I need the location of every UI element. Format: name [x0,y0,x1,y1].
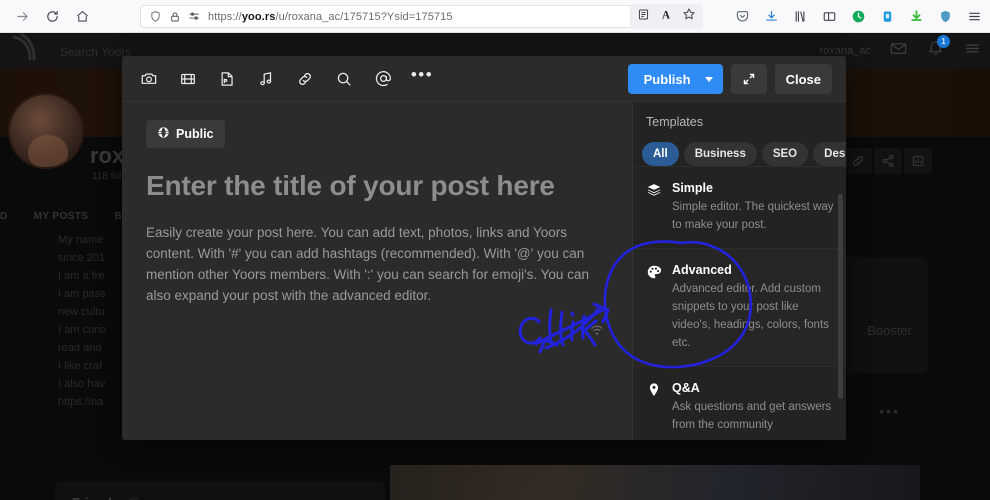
chevron-down-icon[interactable] [704,76,713,82]
editor-body: Public Enter the title of your post here… [122,102,846,440]
app-menu-icon[interactable] [967,9,982,24]
font-size-icon[interactable]: A [659,7,673,26]
card-more-icon[interactable]: ••• [879,403,900,419]
filter-chip-all[interactable]: All [642,142,679,166]
profile-nav-item-1[interactable]: MY POSTS [34,211,89,222]
home-icon[interactable] [68,3,96,29]
templates-panel: Templates All Business SEO Design Simple… [632,102,846,440]
globe-icon [157,126,170,142]
downloads-icon[interactable] [764,9,779,24]
post-body-input[interactable]: Easily create your post here. You can ad… [146,222,610,306]
layers-icon [646,181,662,234]
editor-toolbar: ••• Publish Close [122,56,846,102]
pdf-icon[interactable] [214,66,240,92]
filter-chip-business[interactable]: Business [683,142,757,166]
palette-icon [646,263,662,352]
post-editor-modal: ••• Publish Close Public Enter the title… [122,56,846,440]
browser-toolbar: https://yoo.rs/u/roxana_ac/175715?Ysid=1… [0,0,990,33]
stats-icon[interactable] [904,148,932,174]
avatar[interactable] [8,93,84,169]
filter-chip-seo[interactable]: SEO [761,142,809,166]
template-item-simple[interactable]: Simple Simple editor. The quickest way t… [633,166,846,248]
editor-content-pane: Public Enter the title of your post here… [122,102,632,440]
share-icon[interactable] [874,148,902,174]
browser-nav-buttons [0,3,96,29]
post-title-input[interactable]: Enter the title of your post here [146,170,610,202]
browser-extension-icons [735,4,982,29]
profile-nav-item-0[interactable]: D [0,211,8,222]
extension-shield-icon[interactable] [938,9,953,24]
extension-green-icon[interactable] [851,9,866,24]
photo-strip[interactable] [390,465,920,500]
template-item-advanced[interactable]: Advanced Advanced editor. Add custom sni… [633,248,846,366]
address-bar-actions: A [630,4,703,29]
reader-view-icon[interactable] [637,8,650,26]
site-logo-icon[interactable] [6,33,50,73]
music-icon[interactable] [253,66,279,92]
pin-icon [646,381,662,434]
template-description: Simple editor. The quickest way to make … [672,201,834,231]
link-icon[interactable] [844,148,872,174]
publish-button[interactable]: Publish [627,64,723,94]
template-item-qa[interactable]: Q&A Ask questions and get answers from t… [633,366,846,440]
friends-title: Friends [72,495,119,500]
mail-icon[interactable] [889,39,908,63]
publish-button-label: Publish [643,71,691,87]
address-bar[interactable]: https://yoo.rs/u/roxana_ac/175715?Ysid=1… [140,5,640,28]
extension-download-green-icon[interactable] [909,9,924,24]
search-icon[interactable] [331,66,357,92]
notification-badge: 1 [937,35,950,48]
bookmark-star-icon[interactable] [682,7,696,26]
template-name: Q&A [672,381,700,395]
screen: https://yoo.rs/u/roxana_ac/175715?Ysid=1… [0,0,990,500]
forward-arrow-icon[interactable] [8,3,36,29]
template-description: Advanced editor. Add custom snippets to … [672,283,829,349]
url-text: https://yoo.rs/u/roxana_ac/175715?Ysid=1… [208,10,453,23]
close-button[interactable]: Close [774,64,832,94]
film-icon[interactable] [175,66,201,92]
pocket-icon[interactable] [735,9,750,24]
templates-scrollbar[interactable] [838,194,843,399]
templates-heading: Templates [646,115,703,129]
extension-blue-icon[interactable] [880,9,895,24]
svg-text:A: A [662,9,671,21]
visibility-badge[interactable]: Public [146,120,225,148]
visibility-label: Public [176,127,214,141]
templates-filter-chips: All Business SEO Design [633,129,846,166]
wifi-icon [590,324,604,342]
editor-actions: Publish Close [627,64,832,94]
reload-icon[interactable] [38,3,66,29]
booster-label: Booster [867,323,912,338]
template-name: Advanced [672,263,732,277]
hamburger-menu-icon[interactable] [963,39,982,63]
library-icon[interactable] [793,9,808,24]
sidebar-icon[interactable] [822,9,837,24]
more-icon[interactable]: ••• [409,65,435,92]
mention-icon[interactable] [370,66,396,92]
filter-chip-design[interactable]: Design [813,142,846,166]
template-description: Ask questions and get answers from the c… [672,401,832,431]
bell-icon[interactable]: 1 [926,35,950,63]
shield-icon[interactable] [149,10,162,23]
profile-side-actions [844,148,932,174]
template-name: Simple [672,181,713,195]
expand-button[interactable] [730,64,767,94]
link-icon[interactable] [292,66,318,92]
friends-more-icon[interactable]: ••• [348,494,366,500]
lock-icon[interactable] [169,11,181,23]
editor-insert-tools: ••• [136,65,435,92]
camera-icon[interactable] [136,66,162,92]
permissions-icon[interactable] [188,11,201,22]
